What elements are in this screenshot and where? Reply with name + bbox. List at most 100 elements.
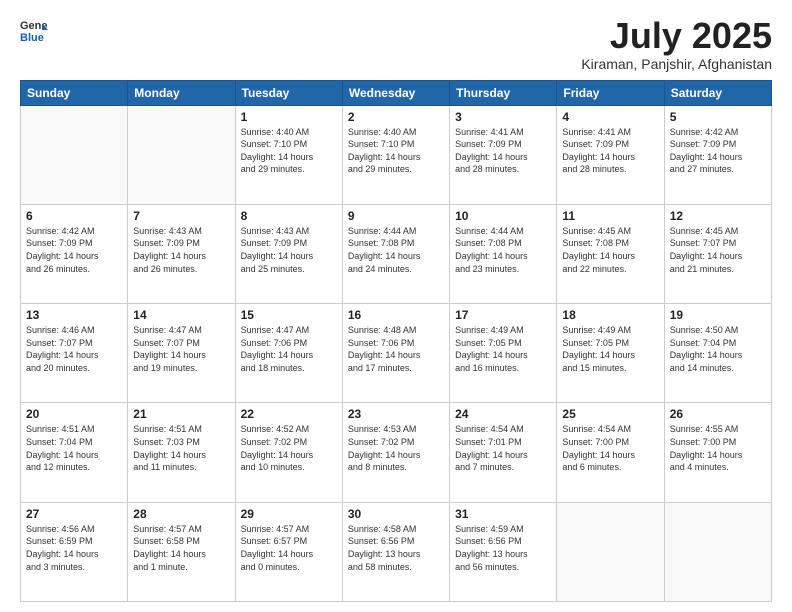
- day-number: 28: [133, 507, 229, 521]
- day-number: 15: [241, 308, 337, 322]
- col-sunday: Sunday: [21, 80, 128, 105]
- day-detail: Sunrise: 4:49 AM Sunset: 7:05 PM Dayligh…: [455, 324, 551, 374]
- day-number: 20: [26, 407, 122, 421]
- table-row: 5 Sunrise: 4:42 AM Sunset: 7:09 PM Daylig…: [664, 105, 771, 204]
- day-number: 7: [133, 209, 229, 223]
- calendar-week-1: 1Sunrise: 4:40 AM Sunset: 7:10 PM Daylig…: [21, 105, 772, 204]
- table-row: 19 Sunrise: 4:50 AM Sunset: 7:04 PM Dayli…: [664, 304, 771, 403]
- day-detail: Sunrise: 4:54 AM Sunset: 7:00 PM Dayligh…: [562, 423, 658, 473]
- table-row: 23Sunrise: 4:53 AM Sunset: 7:02 PM Dayli…: [342, 403, 449, 502]
- col-tuesday: Tuesday: [235, 80, 342, 105]
- day-detail: Sunrise: 4:54 AM Sunset: 7:01 PM Dayligh…: [455, 423, 551, 473]
- table-row: 10 Sunrise: 4:44 AM Sunset: 7:08 PM Dayli…: [450, 204, 557, 303]
- day-detail: Sunrise: 4:50 AM Sunset: 7:04 PM Dayligh…: [670, 324, 766, 374]
- table-row: 1Sunrise: 4:40 AM Sunset: 7:10 PM Daylig…: [235, 105, 342, 204]
- day-detail: Sunrise: 4:51 AM Sunset: 7:03 PM Dayligh…: [133, 423, 229, 473]
- day-number: 18: [562, 308, 658, 322]
- table-row: 21Sunrise: 4:51 AM Sunset: 7:03 PM Dayli…: [128, 403, 235, 502]
- col-friday: Friday: [557, 80, 664, 105]
- day-detail: Sunrise: 4:44 AM Sunset: 7:08 PM Dayligh…: [455, 225, 551, 275]
- day-number: 23: [348, 407, 444, 421]
- day-number: 9: [348, 209, 444, 223]
- table-row: 9 Sunrise: 4:44 AM Sunset: 7:08 PM Daylig…: [342, 204, 449, 303]
- table-row: 17 Sunrise: 4:49 AM Sunset: 7:05 PM Dayli…: [450, 304, 557, 403]
- logo-icon: General Blue: [20, 16, 48, 44]
- day-number: 30: [348, 507, 444, 521]
- day-detail: Sunrise: 4:41 AM Sunset: 7:09 PM Dayligh…: [562, 126, 658, 176]
- table-row: 16 Sunrise: 4:48 AM Sunset: 7:06 PM Dayli…: [342, 304, 449, 403]
- calendar-table: Sunday Monday Tuesday Wednesday Thursday…: [20, 80, 772, 602]
- table-row: 31 Sunrise: 4:59 AM Sunset: 6:56 PM Dayli…: [450, 502, 557, 601]
- day-number: 26: [670, 407, 766, 421]
- table-row: 24 Sunrise: 4:54 AM Sunset: 7:01 PM Dayli…: [450, 403, 557, 502]
- day-number: 25: [562, 407, 658, 421]
- day-detail: Sunrise: 4:57 AM Sunset: 6:58 PM Dayligh…: [133, 523, 229, 573]
- table-row: 15 Sunrise: 4:47 AM Sunset: 7:06 PM Dayli…: [235, 304, 342, 403]
- day-detail: Sunrise: 4:43 AM Sunset: 7:09 PM Dayligh…: [133, 225, 229, 275]
- day-number: 10: [455, 209, 551, 223]
- day-detail: Sunrise: 4:42 AM Sunset: 7:09 PM Dayligh…: [670, 126, 766, 176]
- table-row: 28 Sunrise: 4:57 AM Sunset: 6:58 PM Dayli…: [128, 502, 235, 601]
- day-detail: Sunrise: 4:47 AM Sunset: 7:07 PM Dayligh…: [133, 324, 229, 374]
- logo: General Blue: [20, 16, 48, 44]
- day-detail: Sunrise: 4:49 AM Sunset: 7:05 PM Dayligh…: [562, 324, 658, 374]
- day-detail: Sunrise: 4:48 AM Sunset: 7:06 PM Dayligh…: [348, 324, 444, 374]
- day-number: 8: [241, 209, 337, 223]
- calendar-week-2: 6Sunrise: 4:42 AM Sunset: 7:09 PM Daylig…: [21, 204, 772, 303]
- svg-text:Blue: Blue: [20, 32, 44, 44]
- day-number: 13: [26, 308, 122, 322]
- table-row: [557, 502, 664, 601]
- title-block: July 2025 Kiraman, Panjshir, Afghanistan: [581, 16, 772, 72]
- table-row: 4 Sunrise: 4:41 AM Sunset: 7:09 PM Daylig…: [557, 105, 664, 204]
- day-number: 17: [455, 308, 551, 322]
- page-header: General Blue July 2025 Kiraman, Panjshir…: [20, 16, 772, 72]
- calendar-week-4: 20Sunrise: 4:51 AM Sunset: 7:04 PM Dayli…: [21, 403, 772, 502]
- day-number: 14: [133, 308, 229, 322]
- table-row: 7 Sunrise: 4:43 AM Sunset: 7:09 PM Daylig…: [128, 204, 235, 303]
- col-wednesday: Wednesday: [342, 80, 449, 105]
- day-detail: Sunrise: 4:57 AM Sunset: 6:57 PM Dayligh…: [241, 523, 337, 573]
- table-row: 13 Sunrise: 4:46 AM Sunset: 7:07 PM Dayli…: [21, 304, 128, 403]
- day-detail: Sunrise: 4:47 AM Sunset: 7:06 PM Dayligh…: [241, 324, 337, 374]
- day-detail: Sunrise: 4:52 AM Sunset: 7:02 PM Dayligh…: [241, 423, 337, 473]
- table-row: 8Sunrise: 4:43 AM Sunset: 7:09 PM Daylig…: [235, 204, 342, 303]
- day-detail: Sunrise: 4:40 AM Sunset: 7:10 PM Dayligh…: [241, 126, 337, 176]
- day-number: 5: [670, 110, 766, 124]
- day-number: 4: [562, 110, 658, 124]
- day-detail: Sunrise: 4:45 AM Sunset: 7:08 PM Dayligh…: [562, 225, 658, 275]
- table-row: 25 Sunrise: 4:54 AM Sunset: 7:00 PM Dayli…: [557, 403, 664, 502]
- day-detail: Sunrise: 4:40 AM Sunset: 7:10 PM Dayligh…: [348, 126, 444, 176]
- day-number: 11: [562, 209, 658, 223]
- table-row: 29 Sunrise: 4:57 AM Sunset: 6:57 PM Dayli…: [235, 502, 342, 601]
- table-row: 3 Sunrise: 4:41 AM Sunset: 7:09 PM Daylig…: [450, 105, 557, 204]
- day-number: 2: [348, 110, 444, 124]
- day-number: 3: [455, 110, 551, 124]
- day-number: 19: [670, 308, 766, 322]
- day-detail: Sunrise: 4:55 AM Sunset: 7:00 PM Dayligh…: [670, 423, 766, 473]
- day-detail: Sunrise: 4:56 AM Sunset: 6:59 PM Dayligh…: [26, 523, 122, 573]
- calendar-week-5: 27 Sunrise: 4:56 AM Sunset: 6:59 PM Dayli…: [21, 502, 772, 601]
- day-detail: Sunrise: 4:46 AM Sunset: 7:07 PM Dayligh…: [26, 324, 122, 374]
- day-number: 16: [348, 308, 444, 322]
- day-number: 27: [26, 507, 122, 521]
- table-row: 22 Sunrise: 4:52 AM Sunset: 7:02 PM Dayli…: [235, 403, 342, 502]
- day-detail: Sunrise: 4:42 AM Sunset: 7:09 PM Dayligh…: [26, 225, 122, 275]
- table-row: 14 Sunrise: 4:47 AM Sunset: 7:07 PM Dayli…: [128, 304, 235, 403]
- day-detail: Sunrise: 4:44 AM Sunset: 7:08 PM Dayligh…: [348, 225, 444, 275]
- day-detail: Sunrise: 4:59 AM Sunset: 6:56 PM Dayligh…: [455, 523, 551, 573]
- day-detail: Sunrise: 4:45 AM Sunset: 7:07 PM Dayligh…: [670, 225, 766, 275]
- table-row: 6Sunrise: 4:42 AM Sunset: 7:09 PM Daylig…: [21, 204, 128, 303]
- day-detail: Sunrise: 4:58 AM Sunset: 6:56 PM Dayligh…: [348, 523, 444, 573]
- table-row: 18 Sunrise: 4:49 AM Sunset: 7:05 PM Dayli…: [557, 304, 664, 403]
- day-number: 29: [241, 507, 337, 521]
- day-number: 24: [455, 407, 551, 421]
- day-number: 22: [241, 407, 337, 421]
- day-detail: Sunrise: 4:41 AM Sunset: 7:09 PM Dayligh…: [455, 126, 551, 176]
- table-row: 2 Sunrise: 4:40 AM Sunset: 7:10 PM Daylig…: [342, 105, 449, 204]
- col-saturday: Saturday: [664, 80, 771, 105]
- day-number: 31: [455, 507, 551, 521]
- table-row: [21, 105, 128, 204]
- calendar-location: Kiraman, Panjshir, Afghanistan: [581, 56, 772, 72]
- table-row: [664, 502, 771, 601]
- day-number: 12: [670, 209, 766, 223]
